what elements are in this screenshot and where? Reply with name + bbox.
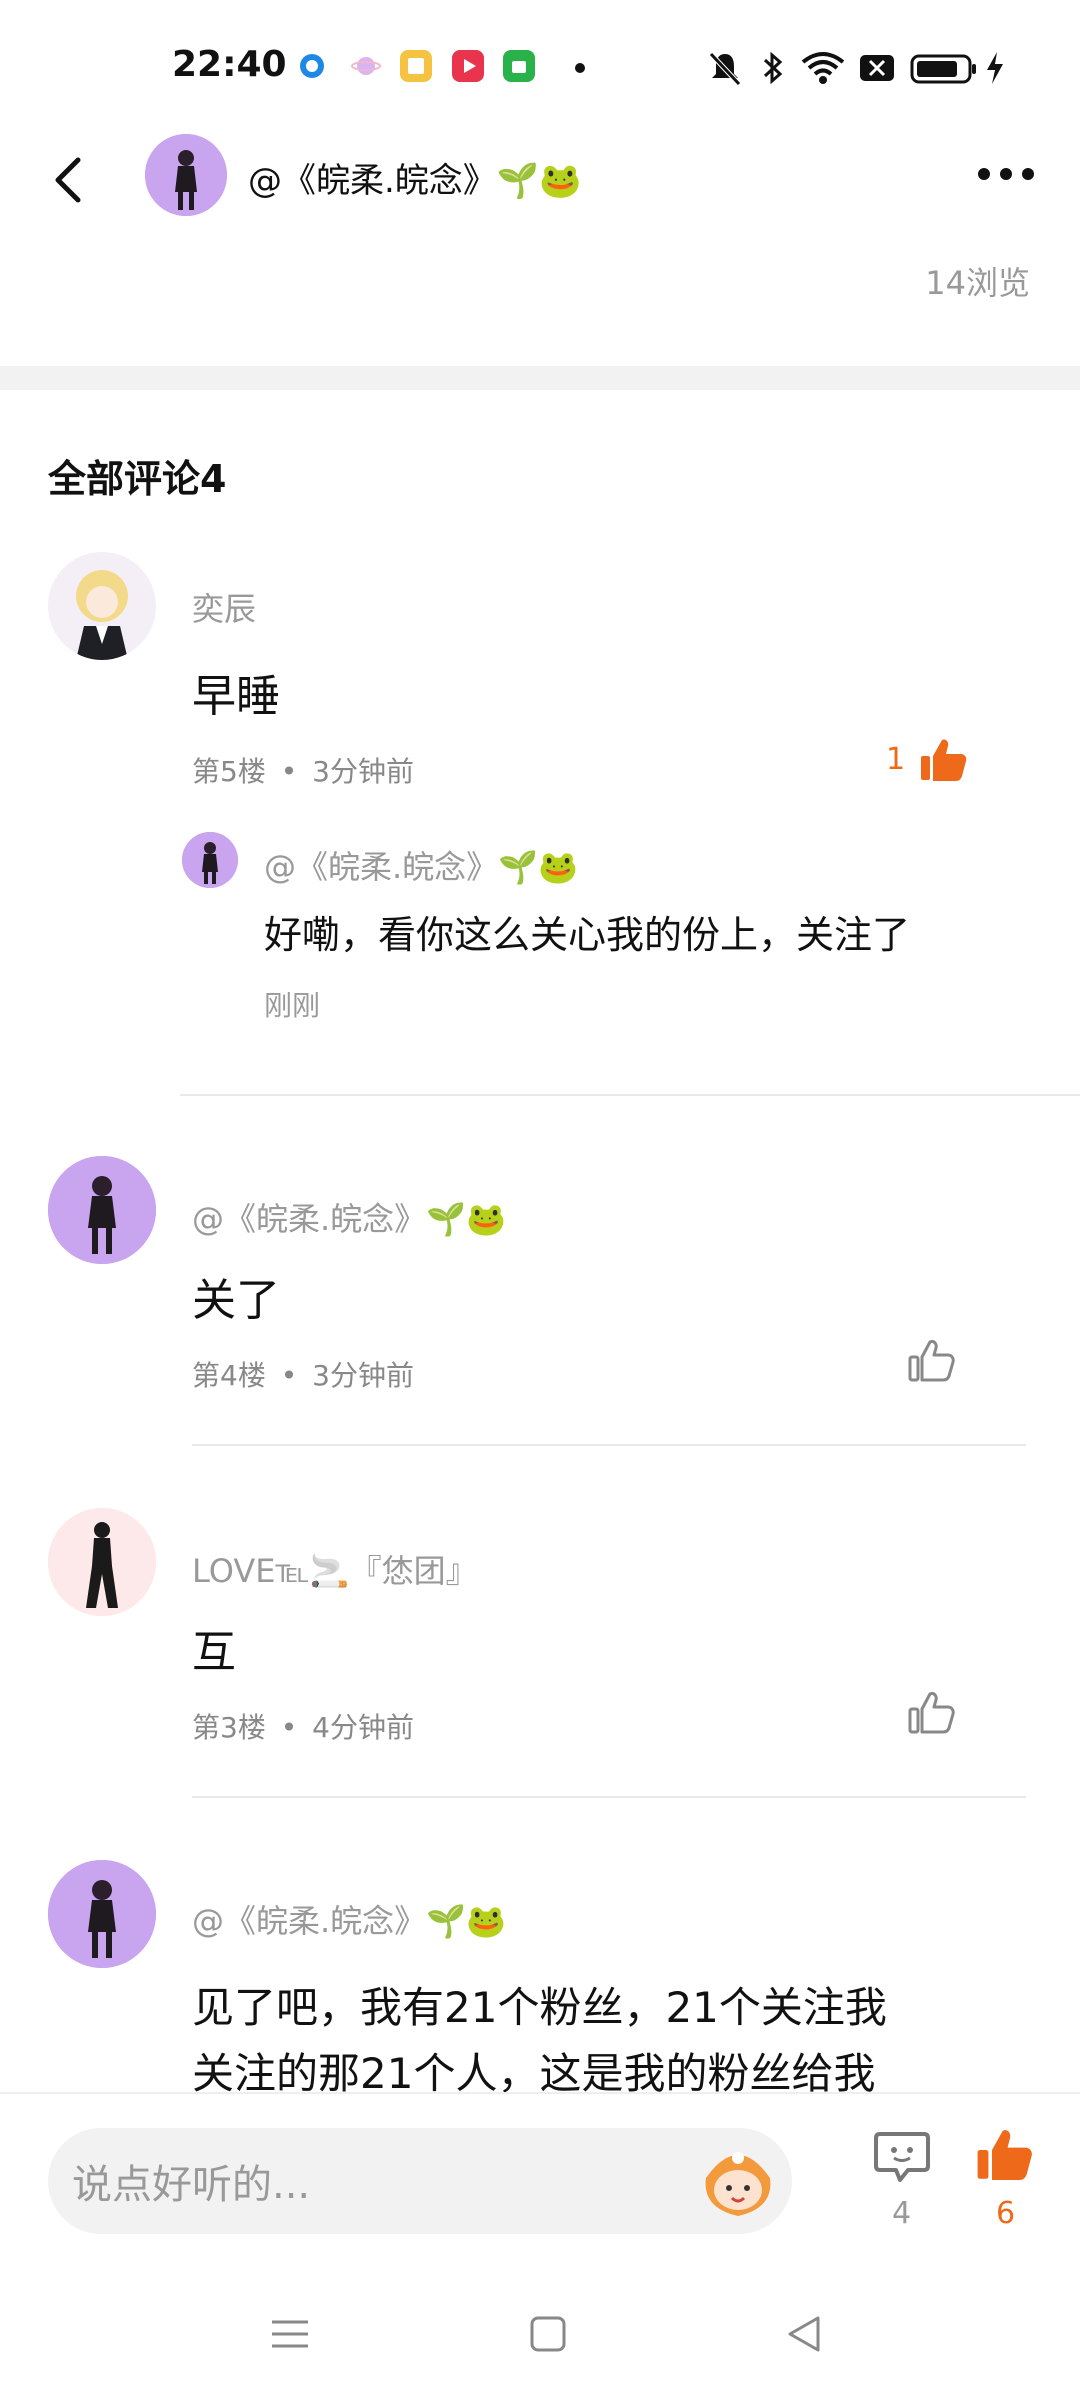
thumbs-up-filled-icon	[977, 2130, 1032, 2180]
charging-icon	[984, 50, 1006, 86]
status-time: 22:40	[172, 44, 287, 85]
back-button[interactable]	[42, 150, 102, 210]
section-divider	[0, 366, 1080, 390]
author-avatar[interactable]	[145, 134, 227, 216]
comment-divider	[192, 1796, 1026, 1798]
dot-indicator	[575, 63, 585, 73]
planet-app-icon	[350, 50, 382, 82]
more-options-button[interactable]	[974, 162, 1038, 186]
home-button[interactable]	[518, 2304, 578, 2364]
triangle-back-icon	[788, 2316, 820, 2352]
browser-app-icon	[296, 50, 328, 82]
reply-avatar[interactable]	[182, 832, 238, 888]
mute-bell-icon	[708, 50, 742, 86]
comment-meta: 第5楼 • 3分钟前	[192, 750, 414, 790]
view-count: 14浏览	[925, 264, 1030, 302]
thumbs-up-outline-icon	[908, 1340, 955, 1382]
meta-separator: •	[280, 755, 298, 788]
commenter-avatar[interactable]	[48, 1508, 156, 1616]
comment-bubble-icon	[874, 2132, 930, 2182]
menu-lines-icon	[272, 2320, 308, 2348]
video-app-icon	[452, 50, 484, 82]
comment-text: 互	[192, 1627, 236, 1678]
post-like-count: 6	[996, 2196, 1016, 2231]
comment-floor: 第3楼	[192, 1711, 266, 1744]
store-app-icon	[503, 50, 535, 82]
comment-like-button[interactable]	[906, 1336, 966, 1396]
comment-input-placeholder[interactable]: 说点好听的...	[72, 2152, 310, 2210]
no-sim-icon	[858, 50, 896, 86]
commenter-avatar[interactable]	[48, 1860, 156, 1968]
comment-time: 4分钟前	[312, 1711, 414, 1744]
commenter-name[interactable]: @《皖柔.皖念》🌱🐸	[192, 1194, 506, 1240]
comment-divider	[192, 1444, 1026, 1446]
more-dots-icon	[978, 168, 1034, 180]
commenter-name[interactable]: LOVE℡🚬『恷团』	[192, 1546, 478, 1592]
recent-apps-button[interactable]	[260, 2304, 320, 2364]
author-name[interactable]: @《皖柔.皖念》🌱🐸	[248, 153, 581, 202]
comment-meta: 第4楼 • 3分钟前	[192, 1354, 414, 1394]
comment-like-button[interactable]: 1	[886, 732, 976, 792]
comment-floor: 第4楼	[192, 1359, 266, 1392]
comment-time: 3分钟前	[312, 1359, 414, 1392]
comment-time: 3分钟前	[312, 755, 414, 788]
chevron-left-icon	[55, 157, 81, 203]
battery-icon	[910, 50, 978, 86]
thumbs-up-filled-icon	[921, 739, 967, 781]
wifi-icon	[800, 50, 846, 86]
square-home-icon	[530, 2316, 566, 2352]
comments-button[interactable]	[872, 2130, 932, 2186]
comments-section-title: 全部评论4	[48, 457, 227, 501]
post-like-button[interactable]	[972, 2126, 1036, 2186]
reply-text: 好嘞，看你这么关心我的份上，关注了	[264, 913, 911, 957]
comment-like-count: 1	[886, 742, 906, 777]
comment-text: 早睡	[192, 671, 280, 722]
comment-text: 关了	[192, 1275, 280, 1326]
meta-separator: •	[280, 1359, 298, 1392]
commenter-avatar[interactable]	[48, 552, 156, 660]
comment-meta: 第3楼 • 4分钟前	[192, 1706, 414, 1746]
back-nav-button[interactable]	[776, 2304, 836, 2364]
commenter-name[interactable]: @《皖柔.皖念》🌱🐸	[192, 1896, 506, 1942]
comments-count: 4	[892, 2196, 912, 2231]
emoji-mascot-button[interactable]	[696, 2138, 780, 2222]
meta-separator: •	[280, 1711, 298, 1744]
reply-author-name[interactable]: @《皖柔.皖念》🌱🐸	[264, 842, 578, 888]
bluetooth-icon	[760, 50, 786, 86]
commenter-name[interactable]: 奕辰	[192, 584, 256, 630]
commenter-avatar[interactable]	[48, 1156, 156, 1264]
thumbs-up-outline-icon	[908, 1692, 955, 1734]
reply-time: 刚刚	[264, 989, 321, 1022]
comment-like-button[interactable]	[906, 1688, 966, 1748]
mascot-face-icon	[705, 2152, 771, 2216]
comment-floor: 第5楼	[192, 755, 266, 788]
books-app-icon	[400, 50, 432, 82]
comment-divider	[180, 1094, 1080, 1096]
comment-text-line1: 见了吧，我有21个粉丝，21个关注我	[192, 1983, 887, 2032]
